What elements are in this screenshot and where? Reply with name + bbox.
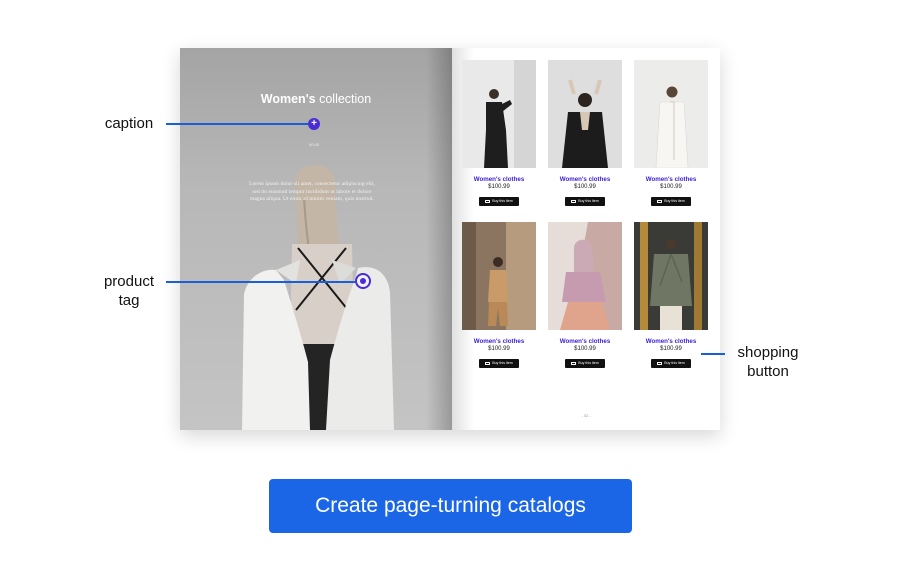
collection-title: Women's collection (180, 92, 452, 106)
caption-callout-label: caption (98, 114, 160, 133)
product-card: Women's clothes $100.99 Buy this item (548, 222, 622, 370)
product-name: Women's clothes (473, 176, 525, 183)
buy-button[interactable]: Buy this item (651, 196, 691, 206)
cart-icon (657, 361, 663, 365)
cart-icon (571, 199, 577, 203)
buy-button-label: Buy this item (664, 199, 685, 204)
buy-button-label: Buy this item (492, 199, 513, 204)
product-card: Women's clothes $100.99 Buy this item (462, 60, 536, 208)
buy-button[interactable]: Buy this item (565, 196, 605, 206)
create-catalogs-button[interactable]: Create page-turning catalogs (269, 479, 632, 533)
product-price: $100.99 (574, 346, 596, 352)
product-tag-target-icon[interactable] (355, 273, 371, 289)
product-name: Women's clothes (559, 176, 611, 183)
product-card: Women's clothes $100.99 Buy this item (634, 60, 708, 208)
product-tag-callout-line2: tag (118, 292, 140, 309)
cart-icon (485, 361, 491, 365)
product-name: Women's clothes (473, 338, 525, 345)
product-photo (548, 222, 622, 330)
product-card: Women's clothes $100.99 Buy this item (548, 60, 622, 208)
product-photo (462, 222, 536, 330)
page-number: - 02 - (581, 413, 591, 418)
caption-callout-line (166, 123, 308, 125)
product-name: Women's clothes (645, 338, 697, 345)
product-price: $100.99 (488, 184, 510, 190)
product-price: $100.99 (488, 346, 510, 352)
cart-icon (657, 199, 663, 203)
collection-title-rest: collection (315, 92, 372, 106)
left-page: Women's collection + 00.00 Lorem ipsum d… (180, 48, 452, 430)
shopping-button-callout-line2: button (747, 363, 789, 380)
product-photo (634, 222, 708, 330)
product-tag-callout-label: product tag (94, 272, 164, 310)
product-name: Women's clothes (559, 338, 611, 345)
small-mark: 00.00 (308, 142, 319, 147)
shopping-button-callout-line1: shopping (737, 344, 799, 361)
shopping-button-callout-label: shopping button (728, 343, 808, 381)
product-tag-callout-line (166, 281, 355, 283)
product-card: Women's clothes $100.99 Buy this item (462, 222, 536, 370)
product-photo (462, 60, 536, 168)
buy-button-label: Buy this item (578, 199, 599, 204)
product-photo (548, 60, 622, 168)
product-card: Women's clothes $100.99 Buy this item (634, 222, 708, 370)
product-price: $100.99 (660, 346, 682, 352)
caption-text: Lorem ipsum dolor sit amet, consectetur … (249, 181, 375, 202)
right-page: Women's clothes $100.99 Buy this item Wo… (452, 48, 720, 430)
product-photo (634, 60, 708, 169)
product-tag-callout-line1: product (103, 273, 155, 290)
cart-icon (485, 199, 491, 203)
buy-button-label: Buy this item (578, 361, 599, 366)
product-price: $100.99 (660, 184, 682, 190)
buy-button-label: Buy this item (492, 361, 513, 366)
buy-button[interactable]: Buy this item (479, 196, 519, 206)
product-name: Women's clothes (645, 176, 697, 183)
cart-icon (571, 361, 577, 365)
buy-button[interactable]: Buy this item (565, 358, 605, 368)
buy-button[interactable]: Buy this item (479, 358, 519, 368)
caption-callout-text: caption (104, 115, 154, 132)
product-price: $100.99 (574, 184, 596, 190)
caption-plus-icon[interactable]: + (308, 118, 320, 130)
buy-button-label: Buy this item (664, 361, 685, 366)
buy-button[interactable]: Buy this item (651, 358, 691, 368)
collection-title-bold: Women's (260, 92, 316, 106)
catalog-book: Women's collection + 00.00 Lorem ipsum d… (180, 48, 720, 430)
shopping-button-callout-line (701, 353, 725, 355)
